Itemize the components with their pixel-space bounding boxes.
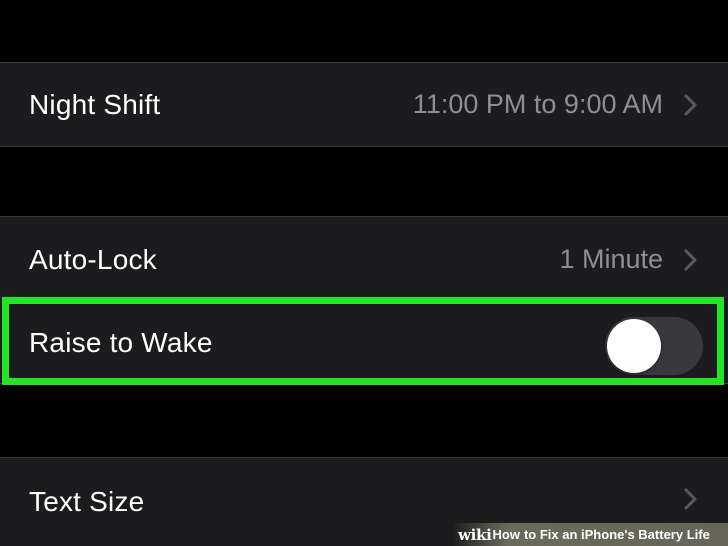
chevron-right-icon [683,93,699,117]
wikihow-logo: wiki [458,525,492,544]
auto-lock-row[interactable]: Auto-Lock 1 Minute [0,216,728,302]
text-size-label: Text Size [29,486,145,517]
night-shift-value: 11:00 PM to 9:00 AM [412,89,663,119]
raise-to-wake-row: Raise to Wake [0,302,728,384]
raise-to-wake-toggle[interactable] [605,317,703,375]
raise-to-wake-label: Raise to Wake [29,326,213,358]
wikihow-watermark: wiki How to Fix an iPhone's Battery Life [452,523,728,546]
watermark-title: to Fix an iPhone's Battery Life [523,527,710,542]
night-shift-label: Night Shift [29,88,161,120]
watermark-how: How [492,527,520,542]
toggle-knob [607,319,661,373]
settings-screen: Night Shift 11:00 PM to 9:00 AM Auto-Loc… [0,0,728,546]
auto-lock-value: 1 Minute [559,244,663,274]
auto-lock-label: Auto-Lock [29,243,157,275]
night-shift-row[interactable]: Night Shift 11:00 PM to 9:00 AM [0,62,728,147]
chevron-right-icon [683,248,699,272]
chevron-right-icon [683,487,699,511]
